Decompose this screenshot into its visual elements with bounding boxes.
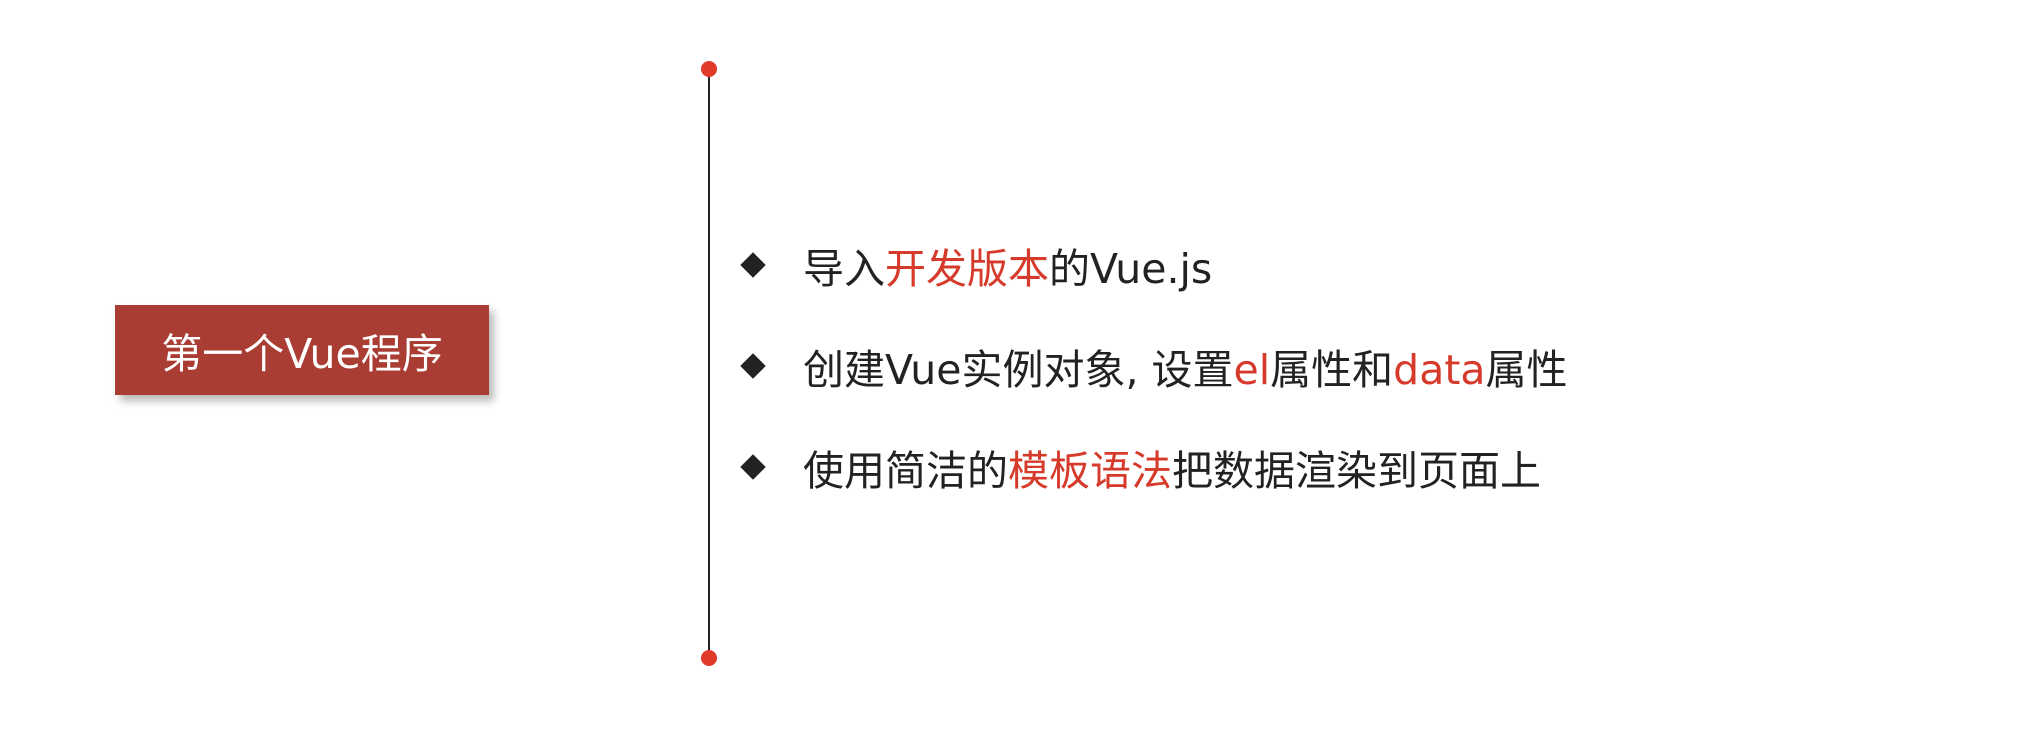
bullet-segment: 使用简洁的 [803, 447, 1008, 495]
bullet-segment: 把数据渲染到页面上 [1172, 447, 1541, 495]
bullet-segment: 属性和 [1270, 346, 1394, 394]
bullet-highlight: data [1393, 346, 1486, 394]
slide-title: 第一个Vue程序 [161, 330, 443, 378]
bullet-item: 使用简洁的模板语法把数据渲染到页面上 [735, 432, 1568, 502]
diamond-bullet-icon [741, 253, 765, 277]
bullet-text: 导入开发版本的Vue.js [803, 235, 1212, 295]
bullet-highlight: el [1233, 346, 1271, 394]
bullet-segment: 属性 [1485, 346, 1568, 394]
bullet-list: 导入开发版本的Vue.js 创建Vue实例对象, 设置el属性和data属性 使… [735, 230, 1568, 533]
bullet-text: 使用简洁的模板语法把数据渲染到页面上 [803, 437, 1541, 497]
bullet-segment: 的Vue.js [1049, 245, 1213, 293]
bullet-highlight: 模板语法 [1008, 447, 1172, 495]
bullet-item: 导入开发版本的Vue.js [735, 230, 1568, 300]
bullet-item: 创建Vue实例对象, 设置el属性和data属性 [735, 331, 1568, 401]
diamond-bullet-icon [741, 455, 765, 479]
bullet-text: 创建Vue实例对象, 设置el属性和data属性 [803, 336, 1568, 396]
slide-title-box: 第一个Vue程序 [115, 305, 489, 395]
bullet-segment: 导入 [803, 245, 885, 293]
bullet-segment: 创建Vue实例对象, 设置 [803, 346, 1234, 394]
bullet-highlight: 开发版本 [885, 245, 1049, 293]
diamond-bullet-icon [741, 354, 765, 378]
timeline-bottom-dot [701, 650, 717, 666]
timeline-line [708, 70, 710, 660]
timeline-top-dot [701, 61, 717, 77]
